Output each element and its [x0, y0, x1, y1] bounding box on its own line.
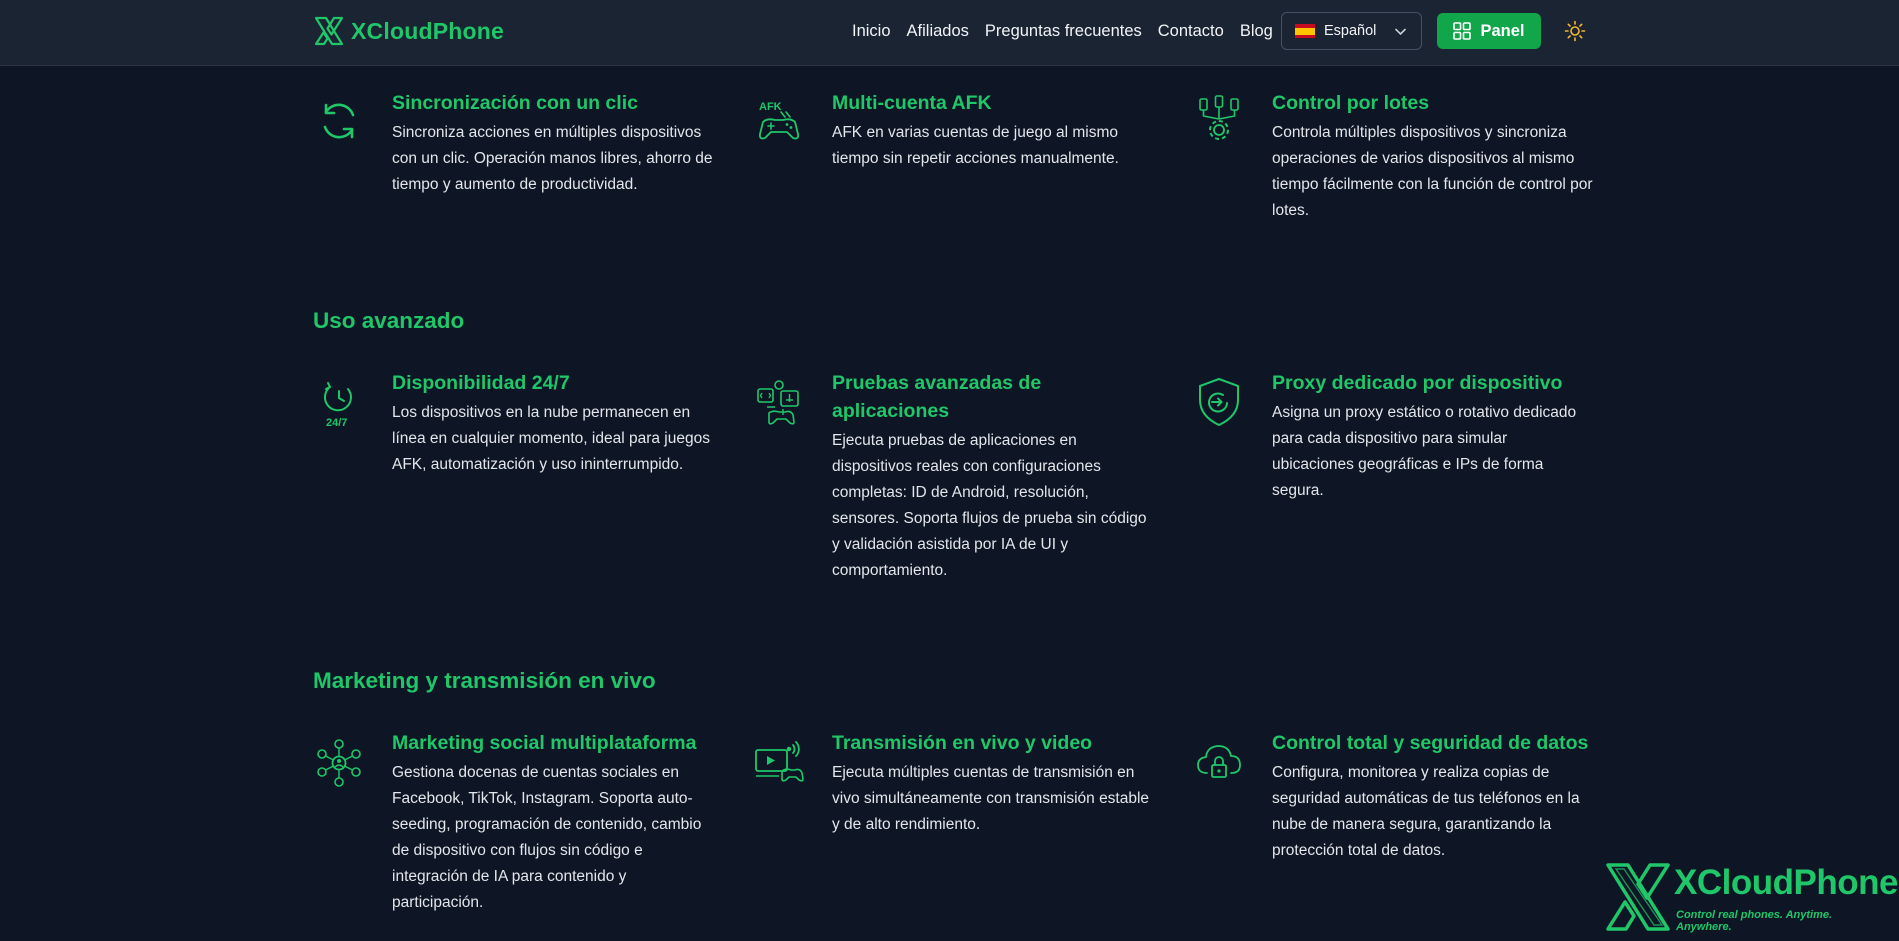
batch-control-icon — [1193, 95, 1245, 147]
feature-availability: 24/7 Disponibilidad 24/7 Los dispositivo… — [313, 369, 713, 478]
watermark-tagline: Control real phones. Anytime. Anywhere. — [1676, 909, 1833, 933]
feature-data-security: Control total y seguridad de datos Confi… — [1193, 729, 1593, 864]
afk-gamepad-icon: AFK — [753, 95, 805, 147]
feature-title: Control por lotes — [1272, 92, 1430, 114]
panel-button-label: Panel — [1480, 21, 1525, 40]
feature-description: Gestiona docenas de cuentas sociales en … — [392, 764, 702, 911]
brand-logo[interactable]: XCloudPhone — [313, 14, 504, 48]
feature-title: Marketing social multiplataforma — [392, 732, 697, 754]
chevron-down-icon — [1395, 28, 1406, 36]
feature-title: Proxy dedicado por dispositivo — [1272, 372, 1563, 394]
main-nav: Inicio Afiliados Preguntas frecuentes Co… — [852, 0, 1273, 62]
spain-flag-icon — [1295, 24, 1315, 38]
feature-batch-control: Control por lotes Controla múltiples dis… — [1193, 89, 1593, 224]
feature-title: Pruebas avanzadas de aplicaciones — [832, 372, 1042, 422]
feature-title: Transmisión en vivo y video — [832, 732, 1093, 754]
section-title-marketing: Marketing y transmisión en vivo — [313, 668, 656, 693]
brand-name: XCloudPhone — [351, 17, 504, 44]
cloud-lock-icon — [1193, 737, 1245, 789]
x-logo-icon — [314, 16, 344, 46]
nav-link-faq[interactable]: Preguntas frecuentes — [985, 22, 1142, 41]
feature-description: Asigna un proxy estático o rotativo dedi… — [1272, 404, 1577, 499]
watermark-brand: XCloudPhone — [1674, 863, 1898, 902]
social-network-icon — [313, 737, 365, 789]
feature-title: Sincronización con un clic — [392, 92, 638, 114]
shield-proxy-icon — [1193, 376, 1245, 428]
feature-description: AFK en varias cuentas de juego al mismo … — [832, 124, 1119, 167]
feature-social-marketing: Marketing social multiplataforma Gestion… — [313, 729, 713, 916]
section-title-advanced: Uso avanzado — [313, 308, 465, 333]
language-label: Español — [1324, 23, 1377, 39]
feature-sync: Sincronización con un clic Sincroniza ac… — [313, 89, 713, 198]
feature-description: Los dispositivos en la nube permanecen e… — [392, 404, 710, 473]
feature-proxy: Proxy dedicado por dispositivo Asigna un… — [1193, 369, 1593, 504]
feature-description: Configura, monitorea y realiza copias de… — [1272, 764, 1580, 859]
nav-link-contacto[interactable]: Contacto — [1158, 22, 1224, 41]
clock-label: 24/7 — [326, 417, 347, 429]
feature-title: Multi-cuenta AFK — [832, 92, 992, 114]
x-logo-large-icon — [1606, 863, 1670, 931]
afk-label: AFK — [759, 101, 782, 113]
feature-afk: AFK Multi-cuenta AFK AFK en varias cuent… — [753, 89, 1153, 172]
app-testing-icon — [753, 377, 805, 429]
live-stream-icon — [753, 737, 805, 789]
feature-description: Ejecuta pruebas de aplicaciones en dispo… — [832, 432, 1147, 579]
nav-link-inicio[interactable]: Inicio — [852, 22, 891, 41]
feature-title: Disponibilidad 24/7 — [392, 372, 570, 394]
feature-description: Sincroniza acciones en múltiples disposi… — [392, 124, 713, 193]
feature-description: Controla múltiples dispositivos y sincro… — [1272, 124, 1593, 219]
panel-button[interactable]: Panel — [1437, 13, 1541, 49]
sun-icon[interactable] — [1564, 20, 1586, 42]
clock-24-7-icon: 24/7 — [313, 377, 365, 429]
sync-icon — [313, 95, 365, 147]
nav-link-blog[interactable]: Blog — [1240, 22, 1273, 41]
top-navbar: XCloudPhone Inicio Afiliados Preguntas f… — [0, 0, 1899, 66]
feature-description: Ejecuta múltiples cuentas de transmisión… — [832, 764, 1150, 833]
nav-link-afiliados[interactable]: Afiliados — [907, 22, 969, 41]
dashboard-icon — [1453, 22, 1472, 40]
feature-app-testing: Pruebas avanzadas de aplicaciones Ejecut… — [753, 369, 1153, 584]
feature-title: Control total y seguridad de datos — [1272, 732, 1589, 754]
language-selector[interactable]: Español — [1281, 12, 1422, 50]
feature-live-stream: Transmisión en vivo y video Ejecuta múlt… — [753, 729, 1153, 838]
brand-watermark: XCloudPhone Control real phones. Anytime… — [1604, 861, 1898, 935]
